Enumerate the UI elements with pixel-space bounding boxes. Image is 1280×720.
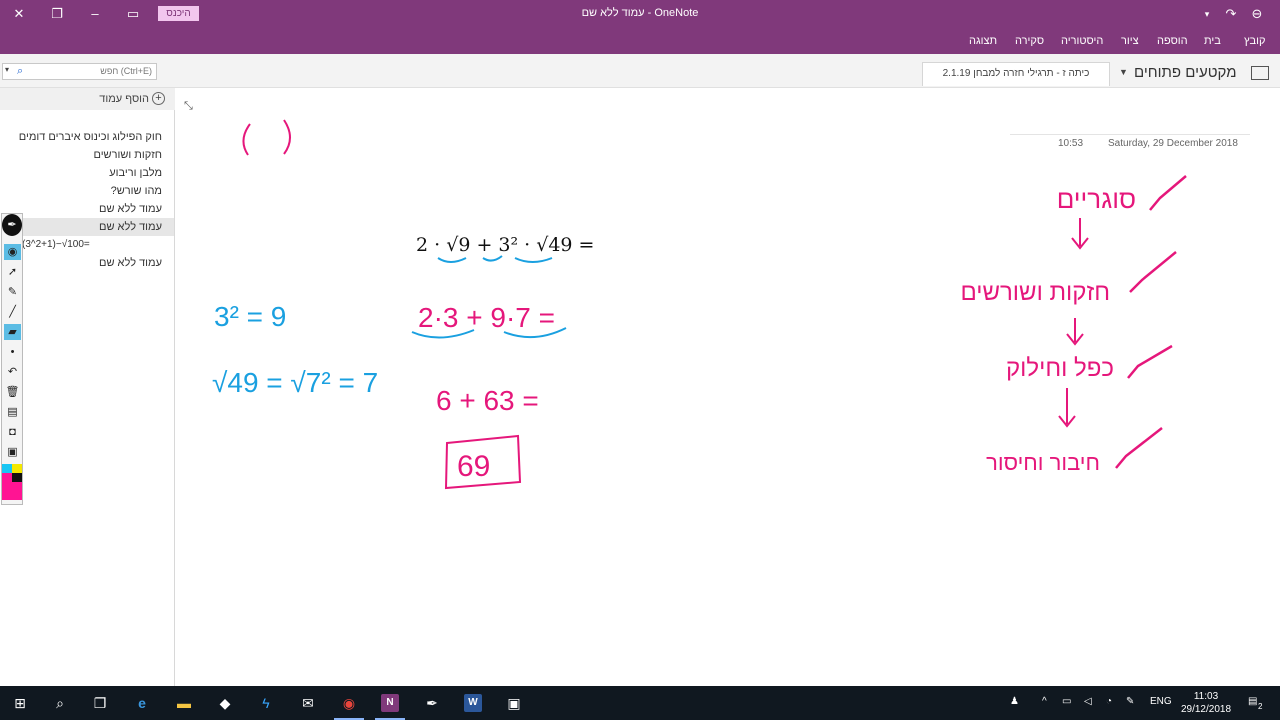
mail-icon[interactable]: ✉ xyxy=(297,693,319,713)
taskbar: ⊞ ⌕ ❐ e ▬ ◆ ϟ ✉ ◉ N ✒ W ▣ ♟ ^ ▭ ◁ ◔ ✎ EN… xyxy=(0,686,1280,720)
app-lightning-icon[interactable]: ϟ xyxy=(255,693,277,713)
ink-power-note: 3² = 9 xyxy=(214,301,286,332)
volume-icon[interactable]: ◁ xyxy=(1084,696,1092,707)
ink-layer: 2·3 + 9·7 = 6 + 63 = 69 3² = 9 √49 = √7²… xyxy=(212,119,1187,490)
ink-brace xyxy=(437,257,467,263)
clock-time: 11:03 xyxy=(1193,691,1219,702)
start-icon[interactable]: ⊞ xyxy=(9,693,31,713)
ink-order-step: כפל וחילוק xyxy=(1006,355,1114,382)
clock[interactable]: 11:03 29/12/2018 xyxy=(1178,690,1234,716)
word-icon[interactable]: W xyxy=(464,694,482,712)
task-view-icon[interactable]: ❐ xyxy=(89,693,111,713)
ink-order-step: חזקות ושורשים xyxy=(960,279,1110,306)
ink-arrow xyxy=(1058,388,1076,428)
tray-expand-icon[interactable]: ^ xyxy=(1042,696,1047,707)
ink-answer: 69 xyxy=(457,450,490,483)
dropbox-icon[interactable]: ◆ xyxy=(214,693,236,713)
ink-arrow xyxy=(1066,318,1084,346)
ink-brace xyxy=(482,255,503,262)
ink-order-step: סוגריים xyxy=(1057,184,1136,214)
pen-workspace-icon[interactable]: ✎ xyxy=(1126,696,1134,707)
battery-icon[interactable]: ▭ xyxy=(1062,696,1071,707)
ink-root-note: √49 = √7² = 7 xyxy=(212,367,378,398)
edge-icon[interactable]: e xyxy=(131,693,153,713)
language-indicator[interactable]: ENG xyxy=(1150,696,1172,707)
ink-checkmark xyxy=(1127,344,1173,379)
network-icon[interactable]: ◔ xyxy=(1106,696,1112,707)
pen-app-icon[interactable]: ✒ xyxy=(421,693,443,713)
notification-count: 2 xyxy=(1258,702,1263,711)
ink-arrow xyxy=(1071,218,1089,250)
ink-parenthesis xyxy=(283,119,291,155)
clock-date: 29/12/2018 xyxy=(1180,704,1232,715)
ink-order-step: חיבור וחיסור xyxy=(986,450,1100,475)
ink-brace xyxy=(514,257,553,263)
ink-step2: 6 + 63 = xyxy=(436,385,539,416)
notification-icon[interactable]: ▤ xyxy=(1248,696,1257,707)
recorder-icon[interactable]: ▣ xyxy=(503,693,525,713)
ink-step1: 2·3 + 9·7 = xyxy=(418,302,555,333)
people-icon[interactable]: ♟ xyxy=(1010,696,1019,707)
chrome-icon[interactable]: ◉ xyxy=(338,693,360,713)
ink-checkmark xyxy=(1115,427,1163,469)
ink-parenthesis xyxy=(242,123,251,156)
ink-checkmark xyxy=(1149,175,1187,211)
file-explorer-icon[interactable]: ▬ xyxy=(173,693,195,713)
ink-checkmark xyxy=(1129,251,1177,293)
search-icon[interactable]: ⌕ xyxy=(49,693,71,713)
onenote-icon[interactable]: N xyxy=(381,694,399,712)
